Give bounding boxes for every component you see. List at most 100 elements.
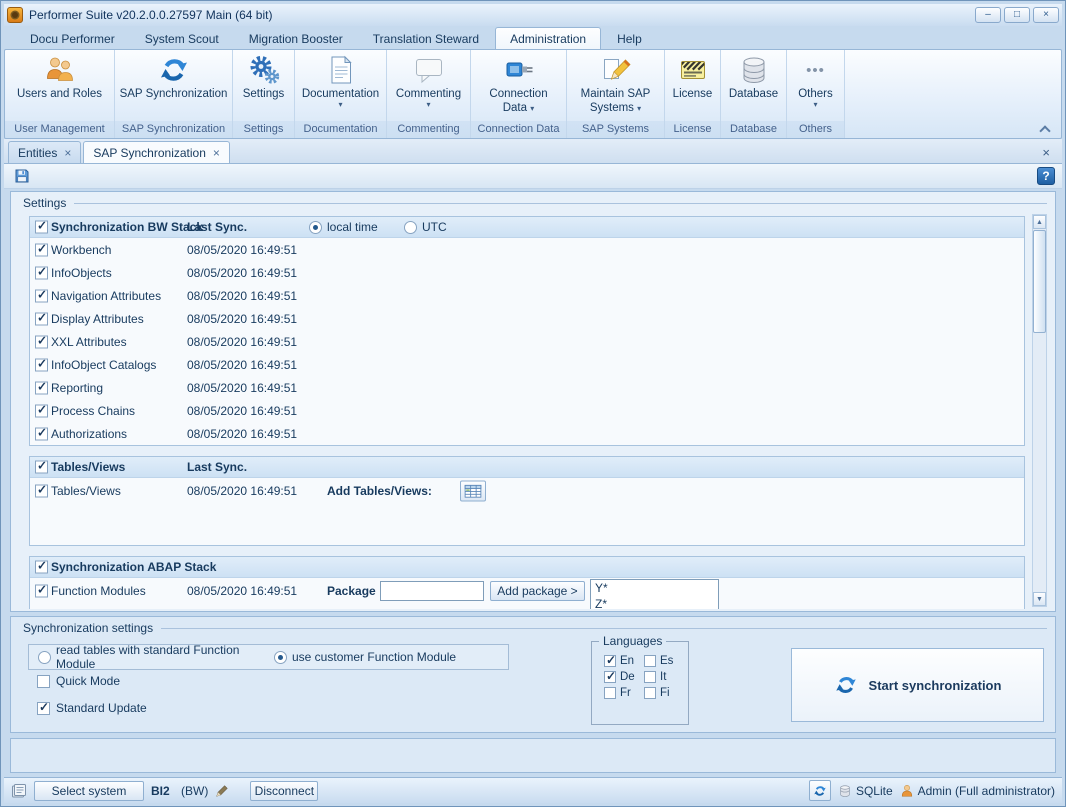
language-fi-option[interactable]: Fi: [644, 687, 684, 699]
language-checkbox[interactable]: [644, 655, 656, 667]
quick-mode-checkbox[interactable]: [37, 675, 50, 688]
commenting-button[interactable]: Commenting ▾: [387, 50, 470, 121]
language-label: Fr: [620, 687, 631, 699]
tab-docu-performer[interactable]: Docu Performer: [16, 28, 129, 49]
close-tab-icon[interactable]: ×: [64, 148, 71, 158]
row-checkbox[interactable]: [35, 312, 48, 325]
others-button[interactable]: ••• Others ▾: [787, 50, 844, 121]
document-icon: [325, 54, 357, 86]
doc-tab-entities[interactable]: Entities ×: [8, 141, 81, 163]
help-button[interactable]: ?: [1037, 167, 1055, 185]
scroll-down-icon[interactable]: ▼: [1033, 592, 1046, 606]
row-checkbox[interactable]: [35, 289, 48, 302]
collapse-ribbon-icon[interactable]: [1037, 123, 1053, 135]
doc-tab-sap-synchronization[interactable]: SAP Synchronization ×: [83, 141, 230, 163]
package-input[interactable]: [380, 581, 484, 601]
database-status: SQLite: [838, 784, 893, 798]
language-checkbox[interactable]: [604, 655, 616, 667]
add-package-button[interactable]: Add package >: [490, 581, 585, 601]
row-checkbox[interactable]: [35, 335, 48, 348]
close-button[interactable]: ×: [1033, 7, 1059, 23]
customer-function-module-radio[interactable]: use customer Function Module: [274, 650, 456, 664]
row-checkbox[interactable]: [35, 485, 48, 498]
language-checkbox[interactable]: [644, 687, 656, 699]
row-checkbox[interactable]: [35, 381, 48, 394]
doc-tab-label: Entities: [18, 146, 57, 160]
maximize-button[interactable]: □: [1004, 7, 1030, 23]
ribbon-button-label: Settings: [243, 88, 285, 100]
scroll-up-icon[interactable]: ▲: [1033, 215, 1046, 229]
language-checkbox[interactable]: [644, 671, 656, 683]
settings-button[interactable]: Settings: [233, 50, 294, 121]
local-time-radio[interactable]: local time: [309, 220, 378, 234]
last-sync-header: Last Sync.: [187, 460, 247, 474]
row-last-sync: 08/05/2020 16:49:51: [187, 312, 297, 326]
row-last-sync: 08/05/2020 16:49:51: [187, 335, 297, 349]
tab-help[interactable]: Help: [603, 28, 656, 49]
bw-stack-header: Synchronization BW Stack Last Sync. loca…: [30, 217, 1024, 238]
close-document-icon[interactable]: ×: [1034, 145, 1058, 160]
row-checkbox[interactable]: [35, 358, 48, 371]
sap-synchronization-button[interactable]: SAP Synchronization: [115, 50, 232, 121]
standard-update-checkbox[interactable]: [37, 702, 50, 715]
language-es-option[interactable]: Es: [644, 655, 684, 667]
select-system-button[interactable]: Select system: [34, 781, 144, 801]
documentation-button[interactable]: Documentation ▾: [295, 50, 386, 121]
ribbon-group-caption-connection-data: Connection Data: [471, 121, 566, 138]
tab-translation-steward[interactable]: Translation Steward: [359, 28, 493, 49]
tab-system-scout[interactable]: System Scout: [131, 28, 233, 49]
abap-stack-checkbox[interactable]: [35, 561, 48, 574]
standard-update-option[interactable]: Standard Update: [37, 701, 147, 715]
sync-icon: [158, 54, 190, 86]
database-button[interactable]: Database: [721, 50, 786, 121]
save-button[interactable]: [11, 166, 33, 186]
tab-administration[interactable]: Administration: [495, 27, 601, 49]
language-en-option[interactable]: En: [604, 655, 644, 667]
standard-function-module-radio[interactable]: read tables with standard Function Modul…: [38, 643, 274, 671]
language-checkbox[interactable]: [604, 687, 616, 699]
license-button[interactable]: License: [665, 50, 720, 121]
bw-stack-checkbox[interactable]: [35, 221, 48, 234]
row-checkbox[interactable]: [35, 585, 48, 598]
tables-views-checkbox[interactable]: [35, 461, 48, 474]
abap-stack-title: Synchronization ABAP Stack: [51, 560, 216, 574]
row-label: Authorizations: [51, 427, 127, 441]
row-checkbox[interactable]: [35, 266, 48, 279]
disconnect-button[interactable]: Disconnect: [250, 781, 318, 801]
row-last-sync: 08/05/2020 16:49:51: [187, 484, 297, 498]
language-fr-option[interactable]: Fr: [604, 687, 644, 699]
row-last-sync: 08/05/2020 16:49:51: [187, 427, 297, 441]
ribbon-group-caption-user-management: User Management: [5, 121, 114, 138]
users-and-roles-button[interactable]: Users and Roles: [5, 50, 114, 121]
add-tables-views-button[interactable]: [460, 481, 486, 502]
ribbon-group-caption-settings: Settings: [233, 121, 294, 138]
minimize-button[interactable]: –: [975, 7, 1001, 23]
edit-pencil-icon[interactable]: [215, 784, 229, 798]
connection-data-button[interactable]: Connection Data ▾: [471, 50, 566, 121]
utc-radio[interactable]: UTC: [404, 220, 447, 234]
row-label: InfoObjects: [51, 266, 112, 280]
row-checkbox[interactable]: [35, 243, 48, 256]
quick-mode-option[interactable]: Quick Mode: [37, 674, 120, 688]
vertical-scrollbar[interactable]: ▲ ▼: [1032, 214, 1047, 607]
sync-settings-caption-label: Synchronization settings: [23, 621, 153, 635]
tables-views-title: Tables/Views: [51, 460, 125, 474]
tab-migration-booster[interactable]: Migration Booster: [235, 28, 357, 49]
close-tab-icon[interactable]: ×: [213, 148, 220, 158]
refresh-sync-button[interactable]: [809, 780, 831, 801]
toolbar: ?: [4, 164, 1062, 189]
ribbon-group-caption-license: License: [665, 121, 720, 138]
row-checkbox[interactable]: [35, 404, 48, 417]
row-checkbox[interactable]: [35, 427, 48, 440]
customer-function-module-label: use customer Function Module: [292, 650, 456, 664]
language-checkbox[interactable]: [604, 671, 616, 683]
bw-stack-group: Synchronization BW Stack Last Sync. loca…: [29, 216, 1025, 446]
package-list-item[interactable]: Y*: [591, 580, 718, 596]
language-it-option[interactable]: It: [644, 671, 684, 683]
title-bar[interactable]: Performer Suite v20.2.0.0.27597 Main (64…: [4, 4, 1062, 26]
start-synchronization-button[interactable]: Start synchronization: [791, 648, 1044, 722]
scrollbar-thumb[interactable]: [1033, 230, 1046, 333]
maintain-sap-systems-button[interactable]: Maintain SAP Systems ▾: [567, 50, 664, 121]
radio-icon: [274, 651, 287, 664]
language-de-option[interactable]: De: [604, 671, 644, 683]
